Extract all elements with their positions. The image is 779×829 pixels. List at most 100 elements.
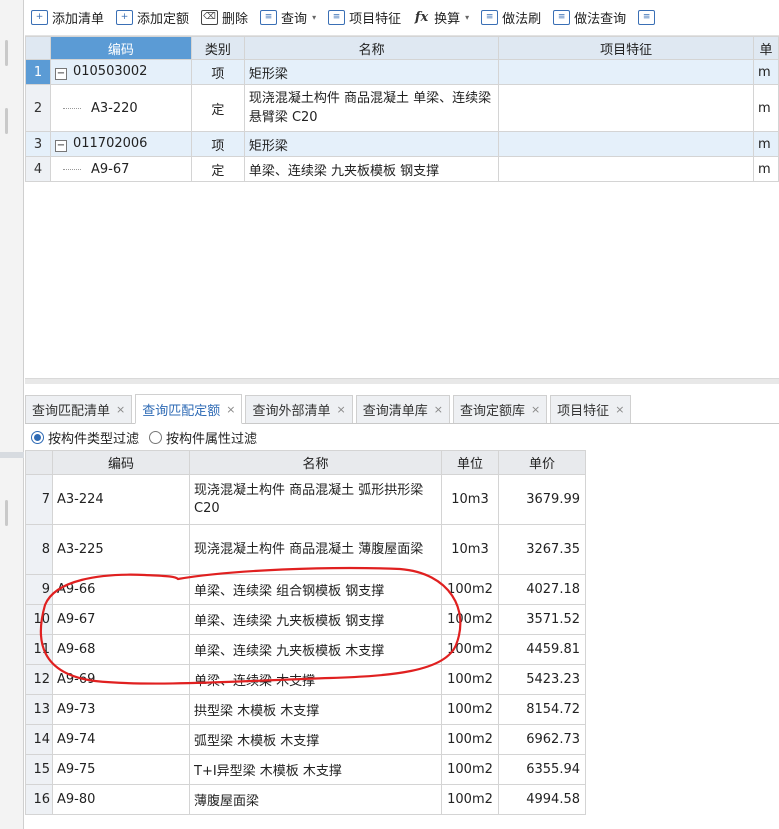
feature-cell[interactable] bbox=[498, 131, 754, 157]
price-cell[interactable]: 5423.23 bbox=[498, 664, 586, 695]
close-icon[interactable]: × bbox=[226, 403, 235, 416]
row-index[interactable]: 11 bbox=[25, 634, 53, 665]
code-column-header[interactable]: 编码 bbox=[52, 450, 190, 475]
unit-cell[interactable]: 100m2 bbox=[441, 664, 499, 695]
unit-cell[interactable]: m bbox=[752, 59, 779, 85]
tab-3[interactable]: 查询清单库 × bbox=[355, 395, 450, 423]
code-cell[interactable]: A3-224 bbox=[52, 474, 190, 525]
toolbar-button-more[interactable]: ≡ bbox=[638, 10, 659, 25]
toolbar-button-query[interactable]: ≡ 查询 ▾ bbox=[260, 8, 316, 27]
bill-table-row[interactable]: 1−010503002 项矩形梁 m bbox=[25, 59, 779, 85]
type-cell[interactable]: 项 bbox=[190, 59, 245, 85]
tab-2[interactable]: 查询外部清单 × bbox=[245, 395, 353, 423]
type-column-header[interactable]: 类别 bbox=[190, 36, 245, 60]
toolbar-button-item-feature[interactable]: ≡ 项目特征 bbox=[328, 8, 401, 27]
row-index[interactable]: 2 bbox=[25, 84, 51, 132]
price-cell[interactable]: 6355.94 bbox=[498, 754, 586, 785]
bill-table-row[interactable]: 4 A9-67 定单梁、连续梁 九夹板模板 钢支撑 m bbox=[25, 156, 779, 182]
feature-cell[interactable] bbox=[498, 84, 754, 132]
row-index[interactable]: 8 bbox=[25, 524, 53, 575]
code-cell[interactable]: −010503002 bbox=[49, 59, 192, 85]
bill-table-row[interactable]: 3−011702006 项矩形梁 m bbox=[25, 131, 779, 157]
quota-table-row[interactable]: 14 A9-74 弧型梁 木模板 木支撑 100m2 6962.73 bbox=[25, 724, 586, 755]
filter-radio[interactable] bbox=[31, 430, 44, 444]
code-cell[interactable]: A3-220 bbox=[49, 84, 192, 132]
code-cell[interactable]: A9-67 bbox=[52, 604, 190, 635]
close-icon[interactable]: × bbox=[531, 403, 540, 416]
unit-cell[interactable]: m bbox=[752, 84, 779, 132]
name-cell[interactable]: 薄腹屋面梁 bbox=[189, 784, 442, 815]
unit-cell[interactable]: 100m2 bbox=[441, 754, 499, 785]
unit-column-header[interactable]: 单 bbox=[752, 36, 779, 60]
code-cell[interactable]: A9-68 bbox=[52, 634, 190, 665]
toolbar-button-delete[interactable]: ⌫ 删除 bbox=[201, 8, 248, 27]
price-cell[interactable]: 3267.35 bbox=[498, 524, 586, 575]
unit-cell[interactable]: 10m3 bbox=[441, 524, 499, 575]
row-index[interactable]: 4 bbox=[25, 156, 51, 182]
name-cell[interactable]: 拱型梁 木模板 木支撑 bbox=[189, 694, 442, 725]
filter-radio[interactable] bbox=[149, 430, 163, 444]
price-cell[interactable]: 4027.18 bbox=[498, 574, 586, 605]
close-icon[interactable]: × bbox=[336, 403, 345, 416]
row-index[interactable]: 15 bbox=[25, 754, 53, 785]
unit-column-header[interactable]: 单位 bbox=[441, 450, 499, 475]
name-cell[interactable]: 现浇混凝土构件 商品混凝土 薄腹屋面梁 bbox=[189, 524, 442, 575]
row-index[interactable]: 3 bbox=[25, 131, 51, 157]
code-cell[interactable]: A3-225 bbox=[52, 524, 190, 575]
name-cell[interactable]: 单梁、连续梁 九夹板模板 木支撑 bbox=[189, 634, 442, 665]
code-cell[interactable]: A9-75 bbox=[52, 754, 190, 785]
filter-label[interactable]: 按构件属性过滤 bbox=[166, 428, 257, 447]
unit-cell[interactable]: 100m2 bbox=[441, 724, 499, 755]
name-cell[interactable]: 现浇混凝土构件 商品混凝土 单梁、连续梁悬臂梁 C20 bbox=[243, 84, 500, 132]
toolbar-button-brush[interactable]: ≡ 做法刷 bbox=[481, 8, 541, 27]
toolbar-button-add-bill[interactable]: + 添加清单 bbox=[31, 8, 104, 27]
name-cell[interactable]: 弧型梁 木模板 木支撑 bbox=[189, 724, 442, 755]
quota-table-row[interactable]: 11 A9-68 单梁、连续梁 九夹板模板 木支撑 100m2 4459.81 bbox=[25, 634, 586, 665]
price-cell[interactable]: 8154.72 bbox=[498, 694, 586, 725]
name-cell[interactable]: 现浇混凝土构件 商品混凝土 弧形拱形梁 C20 bbox=[189, 474, 442, 525]
code-column-header[interactable]: 编码 bbox=[49, 36, 192, 60]
code-cell[interactable]: −011702006 bbox=[49, 131, 192, 157]
close-icon[interactable]: × bbox=[434, 403, 443, 416]
row-index[interactable]: 7 bbox=[25, 474, 53, 525]
tab-5[interactable]: 项目特征 × bbox=[550, 395, 632, 423]
row-index[interactable]: 13 bbox=[25, 694, 53, 725]
quota-table-row[interactable]: 15 A9-75 T+I异型梁 木模板 木支撑 100m2 6355.94 bbox=[25, 754, 586, 785]
unit-cell[interactable]: 10m3 bbox=[441, 474, 499, 525]
name-cell[interactable]: 单梁、连续梁 九夹板模板 钢支撑 bbox=[243, 156, 500, 182]
name-cell[interactable]: 单梁、连续梁 九夹板模板 钢支撑 bbox=[189, 604, 442, 635]
name-column-header[interactable]: 名称 bbox=[189, 450, 442, 475]
quota-table-row[interactable]: 9 A9-66 单梁、连续梁 组合钢模板 钢支撑 100m2 4027.18 bbox=[25, 574, 586, 605]
bill-table-row[interactable]: 2 A3-220 定现浇混凝土构件 商品混凝土 单梁、连续梁悬臂梁 C20 m bbox=[25, 84, 779, 132]
unit-cell[interactable]: 100m2 bbox=[441, 784, 499, 815]
price-cell[interactable]: 3679.99 bbox=[498, 474, 586, 525]
quota-table-row[interactable]: 7 A3-224 现浇混凝土构件 商品混凝土 弧形拱形梁 C20 10m3 3679.9… bbox=[25, 474, 586, 525]
unit-cell[interactable]: 100m2 bbox=[441, 634, 499, 665]
tab-4[interactable]: 查询定额库 × bbox=[452, 395, 548, 423]
quota-table-row[interactable]: 8 A3-225 现浇混凝土构件 商品混凝土 薄腹屋面梁 10m3 3267.35 bbox=[25, 524, 586, 575]
code-cell[interactable]: A9-66 bbox=[52, 574, 190, 605]
horizontal-scrollbar[interactable] bbox=[25, 378, 779, 384]
row-index[interactable]: 9 bbox=[25, 574, 53, 605]
dropdown-caret-icon[interactable]: ▾ bbox=[312, 13, 316, 22]
price-cell[interactable]: 3571.52 bbox=[498, 604, 586, 635]
price-column-header[interactable]: 单价 bbox=[498, 450, 586, 475]
price-cell[interactable]: 6962.73 bbox=[498, 724, 586, 755]
quota-table-row[interactable]: 16 A9-80 薄腹屋面梁 100m2 4994.58 bbox=[25, 784, 586, 815]
close-icon[interactable]: × bbox=[116, 403, 125, 416]
type-cell[interactable]: 项 bbox=[190, 131, 245, 157]
code-cell[interactable]: A9-69 bbox=[52, 664, 190, 695]
toolbar-button-method-query[interactable]: ≡ 做法查询 bbox=[553, 8, 626, 27]
collapse-toggle-icon[interactable]: − bbox=[54, 140, 67, 152]
unit-cell[interactable]: 100m2 bbox=[441, 574, 499, 605]
row-index[interactable]: 10 bbox=[25, 604, 53, 635]
code-cell[interactable]: A9-74 bbox=[52, 724, 190, 755]
row-index[interactable]: 14 bbox=[25, 724, 53, 755]
type-cell[interactable]: 定 bbox=[190, 84, 245, 132]
toolbar-button-fx[interactable]: fx 换算 ▾ bbox=[413, 8, 469, 27]
code-cell[interactable]: A9-73 bbox=[52, 694, 190, 725]
feature-cell[interactable] bbox=[498, 156, 754, 182]
price-cell[interactable]: 4994.58 bbox=[498, 784, 586, 815]
collapse-toggle-icon[interactable]: − bbox=[54, 68, 67, 80]
close-icon[interactable]: × bbox=[615, 403, 624, 416]
